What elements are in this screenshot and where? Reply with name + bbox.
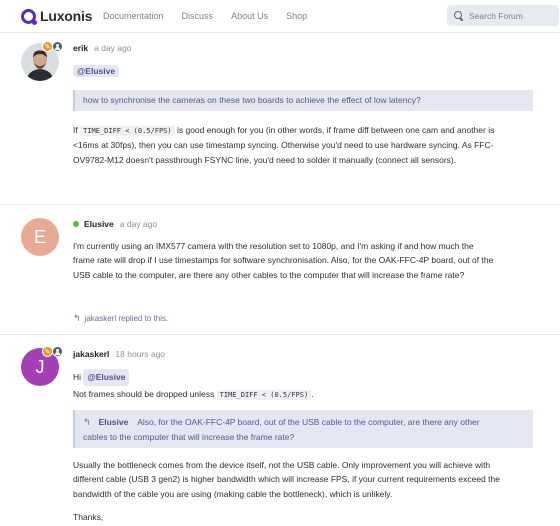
body-line: I'm currently using an IMX577 camera wit… bbox=[73, 241, 474, 251]
greeting-text: Hi bbox=[73, 372, 82, 382]
body-text: Not frames should be dropped unless bbox=[73, 389, 217, 399]
avatar-letter: E bbox=[33, 226, 46, 247]
inline-code: TIME_DIFF < (0.5/FPS) bbox=[216, 390, 312, 400]
post-meta: Elusive a day ago bbox=[73, 219, 157, 229]
luxonis-logo[interactable]: Luxonis bbox=[21, 8, 93, 25]
luxonis-logo-icon bbox=[21, 8, 37, 25]
body-line: Not frames should be dropped unless TIME… bbox=[73, 387, 543, 403]
inline-code: TIME_DIFF < (0.5/FPS) bbox=[80, 126, 175, 136]
post-divider bbox=[0, 204, 560, 205]
post-intro: Hi @Elusive Not frames should be dropped… bbox=[73, 369, 543, 403]
post-time[interactable]: a day ago bbox=[94, 43, 131, 53]
avatar-letter: J bbox=[35, 356, 45, 377]
search-input[interactable]: Search Forum bbox=[447, 5, 559, 26]
body-line: Thanks, bbox=[73, 511, 104, 522]
quote-source[interactable]: ↰ Elusive bbox=[83, 414, 133, 430]
post-divider bbox=[0, 334, 560, 335]
post-body: Usually the bottleneck comes from the de… bbox=[73, 458, 543, 524]
body-line: <16ms at 30fps), then you can use timest… bbox=[73, 140, 494, 151]
mention-link[interactable]: @Elusive bbox=[73, 65, 120, 77]
user-badge-icon bbox=[52, 41, 63, 52]
reply-icon: ↰ bbox=[73, 313, 81, 323]
main-nav: Documentation Discuss About Us Shop bbox=[103, 11, 325, 21]
quote-block: ↰ Elusive Also, for the OAK-FFC-4P board,… bbox=[73, 410, 533, 448]
post-meta: jakaskerl 18 hours ago bbox=[73, 349, 165, 359]
body-line: OV9782-M12 doesn't passthrough FSYNC lin… bbox=[73, 154, 457, 165]
body-line: Usually the bottleneck comes from the de… bbox=[73, 460, 491, 470]
body-text: is good enough for you (in other words, … bbox=[174, 125, 495, 135]
quote-text: Also, for the OAK-FFC-4P board, out of t… bbox=[135, 417, 480, 427]
nav-documentation[interactable]: Documentation bbox=[103, 11, 164, 21]
nav-discuss[interactable]: Discuss bbox=[182, 11, 214, 21]
body-line: bandwidth of the cable you are using (ma… bbox=[73, 488, 393, 499]
username[interactable]: Elusive bbox=[84, 219, 114, 229]
body-line: USB cable to the computer, are there any… bbox=[73, 269, 465, 280]
nav-shop[interactable]: Shop bbox=[286, 11, 307, 21]
quote-text: how to synchronise the cameras on these … bbox=[83, 95, 421, 105]
top-header: Luxonis Documentation Discuss About Us S… bbox=[0, 0, 560, 33]
replied-indicator[interactable]: ↰ jakaskerl replied to this. bbox=[73, 313, 168, 324]
mention-link[interactable]: @Elusive bbox=[83, 369, 130, 386]
post-meta: erik a day ago bbox=[73, 43, 131, 53]
quote-block: how to synchronise the cameras on these … bbox=[73, 90, 533, 111]
body-line: frame rate will drop if I use timestamps… bbox=[73, 255, 494, 266]
online-status-icon bbox=[73, 221, 79, 227]
quote-line: ↰ Elusive Also, for the OAK-FFC-4P board,… bbox=[83, 414, 525, 430]
replied-text: jakaskerl replied to this. bbox=[84, 314, 169, 323]
user-badge-icon bbox=[52, 346, 63, 357]
mention-row: @Elusive bbox=[73, 65, 120, 77]
brand-name: Luxonis bbox=[40, 8, 93, 24]
post-body: If TIME_DIFF < (0.5/FPS) is good enough … bbox=[73, 123, 543, 167]
body-text: . bbox=[311, 389, 314, 399]
greeting-line: Hi @Elusive bbox=[73, 369, 543, 386]
post-body: I'm currently using an IMX577 camera wit… bbox=[73, 239, 543, 282]
reply-icon: ↰ bbox=[83, 417, 91, 427]
post-time[interactable]: 18 hours ago bbox=[115, 349, 165, 359]
body-line: If TIME_DIFF < (0.5/FPS) is good enough … bbox=[73, 123, 543, 138]
body-line: different cable (USB 3 gen2) is higher b… bbox=[73, 474, 500, 485]
avatar[interactable]: E bbox=[21, 218, 59, 256]
username[interactable]: jakaskerl bbox=[73, 349, 109, 359]
quoted-user[interactable]: Elusive bbox=[94, 414, 133, 430]
quote-line: cables to the computer that will increas… bbox=[83, 432, 295, 442]
search-placeholder: Search Forum bbox=[469, 10, 523, 21]
nav-about-us[interactable]: About Us bbox=[231, 11, 268, 21]
username[interactable]: erik bbox=[73, 43, 88, 53]
search-icon bbox=[454, 11, 463, 20]
post-time[interactable]: a day ago bbox=[120, 219, 157, 229]
